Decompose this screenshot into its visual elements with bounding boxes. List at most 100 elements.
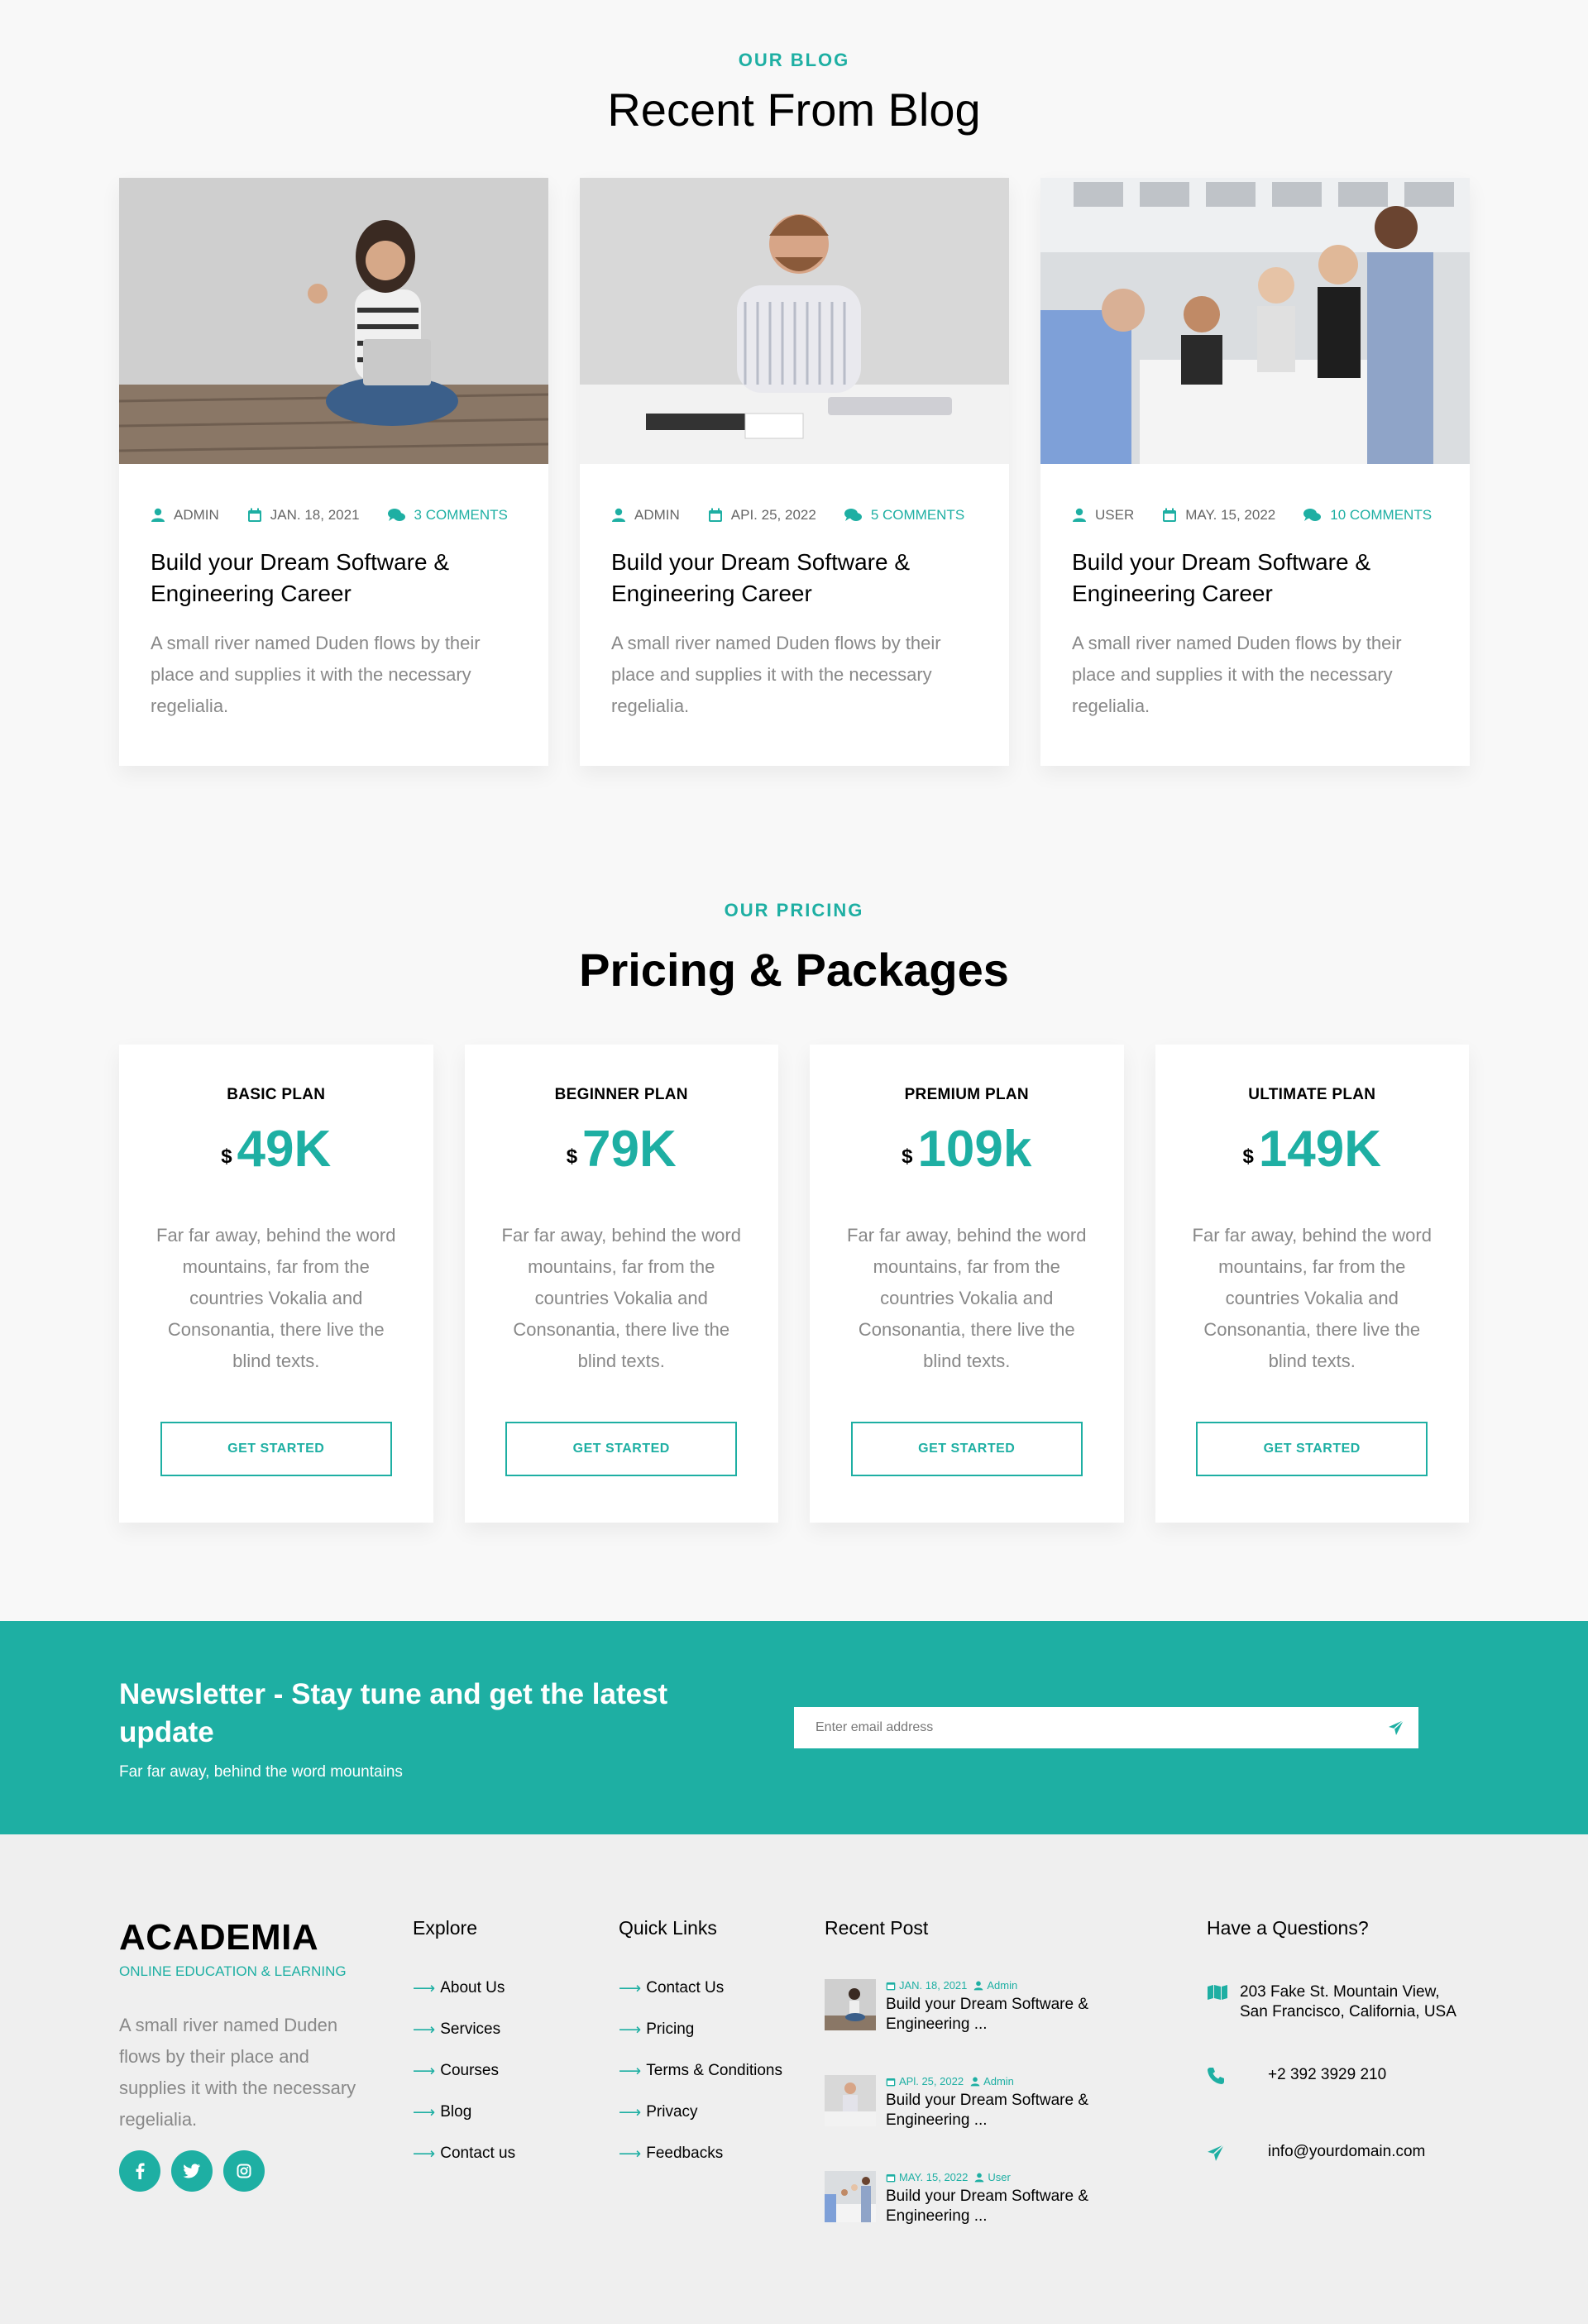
arrow-right-icon: ⟶ (413, 1980, 436, 1997)
blog-image-woman-laptop[interactable] (119, 178, 548, 464)
plan-price: 79K (582, 1121, 677, 1178)
arrow-right-icon: ⟶ (619, 2104, 642, 2121)
footer-link-contact-us[interactable]: ⟶ Contact Us (619, 1979, 782, 2020)
blog-card[interactable]: ADMIN JAN. 18, 2021 3 COMMENTS Build you… (119, 178, 548, 766)
link-label: Services (440, 2020, 501, 2038)
phone-icon (1208, 2068, 1224, 2084)
plan-description: Far far away, behind the word mountains,… (1192, 1225, 1432, 1371)
footer-link-pricing[interactable]: ⟶ Pricing (619, 2020, 782, 2062)
date-meta[interactable]: JAN. 18, 2021 (247, 507, 360, 524)
comments-icon (387, 509, 405, 521)
facebook-icon[interactable] (119, 2150, 160, 2192)
paper-plane-icon (1389, 1719, 1404, 1735)
blog-image-team-office[interactable] (1040, 178, 1470, 464)
pricing-eyebrow: OUR PRICING (724, 900, 864, 921)
comments-icon (844, 509, 862, 521)
post-title[interactable]: Build your Dream Software & Engineering … (886, 1995, 1155, 2035)
quick-links-heading: Quick Links (619, 1917, 717, 1939)
post-date: APl. 25, 2022 (899, 2075, 964, 2087)
arrow-right-icon: ⟶ (619, 2145, 642, 2163)
link-label: Pricing (646, 2020, 695, 2038)
link-label: Contact Us (646, 1979, 725, 1996)
recent-post-item[interactable]: APl. 25, 2022 Admin Build your Dream Sof… (825, 2075, 1155, 2171)
plan-description: Far far away, behind the word mountains,… (847, 1225, 1087, 1371)
phone-text: +2 392 3929 210 (1268, 2066, 1387, 2083)
get-started-button[interactable]: GET STARTED (850, 1422, 1083, 1476)
recent-posts-column: Recent Post JAN. 18, 2021 Admin Build yo… (825, 1917, 1155, 2267)
footer-link-terms[interactable]: ⟶ Terms & Conditions (619, 2062, 782, 2103)
contact-email[interactable]: info@yourdomain.com (1207, 2142, 1471, 2168)
blog-image-man-desk[interactable] (580, 178, 1009, 464)
post-meta: APl. 25, 2022 Admin (886, 2075, 1155, 2087)
footer-link-contact[interactable]: ⟶ Contact us (413, 2145, 515, 2186)
explore-column: Explore ⟶ About Us ⟶ Services ⟶ Courses ⟶ Bl… (413, 1917, 515, 2186)
contact-phone[interactable]: +2 392 3929 210 (1207, 2065, 1471, 2091)
recent-posts-heading: Recent Post (825, 1917, 929, 1939)
comments-icon (1303, 509, 1322, 521)
arrow-right-icon: ⟶ (619, 1980, 642, 1997)
price-row: $ 149K (1155, 1122, 1470, 1177)
map-icon (1208, 1985, 1227, 2000)
arrow-right-icon: ⟶ (413, 2063, 436, 2080)
blog-card[interactable]: USER MAY. 15, 2022 10 COMMENTS Build you… (1040, 178, 1470, 766)
calendar-icon (1163, 508, 1177, 522)
blog-meta: USER MAY. 15, 2022 10 COMMENTS (1072, 507, 1438, 524)
get-started-button[interactable]: GET STARTED (160, 1422, 392, 1476)
comments-meta[interactable]: 10 COMMENTS (1303, 507, 1432, 524)
twitter-icon[interactable] (171, 2150, 213, 2192)
footer-link-privacy[interactable]: ⟶ Privacy (619, 2103, 782, 2145)
author-label: ADMIN (634, 507, 680, 523)
link-label: Contact us (440, 2145, 516, 2162)
post-author: Admin (987, 1979, 1018, 1992)
address-text: 203 Fake St. Mountain View, San Francisc… (1240, 1983, 1456, 2020)
date-meta[interactable]: MAY. 15, 2022 (1162, 507, 1275, 524)
footer: ACADEMIA ONLINE EDUCATION & LEARNING A s… (0, 1834, 1588, 2324)
date-meta[interactable]: API. 25, 2022 (708, 507, 816, 524)
footer-logo[interactable]: ACADEMIA (119, 1917, 318, 1958)
plan-name: ULTIMATE PLAN (1248, 1086, 1376, 1103)
social-links (119, 2150, 265, 2192)
blog-post-title[interactable]: Build your Dream Software & Engineering … (151, 547, 517, 610)
newsletter-form (794, 1707, 1418, 1748)
blog-meta: ADMIN JAN. 18, 2021 3 COMMENTS (151, 507, 517, 524)
footer-link-feedbacks[interactable]: ⟶ Feedbacks (619, 2145, 782, 2186)
comments-label: 10 COMMENTS (1330, 507, 1433, 523)
post-title[interactable]: Build your Dream Software & Engineering … (886, 2187, 1155, 2226)
recent-post-item[interactable]: JAN. 18, 2021 Admin Build your Dream Sof… (825, 1979, 1155, 2075)
footer-link-about[interactable]: ⟶ About Us (413, 1979, 515, 2020)
price-card-beginner: BEGINNER PLAN $ 79K Far far away, behind… (464, 1045, 778, 1523)
author-meta[interactable]: ADMIN (151, 507, 219, 524)
post-date: JAN. 18, 2021 (899, 1979, 968, 1992)
footer-link-blog[interactable]: ⟶ Blog (413, 2103, 515, 2145)
price-row: $ 49K (119, 1122, 433, 1177)
link-label: Feedbacks (646, 2145, 724, 2162)
footer-link-services[interactable]: ⟶ Services (413, 2020, 515, 2062)
post-thumbnail[interactable] (825, 1979, 876, 2030)
comments-meta[interactable]: 5 COMMENTS (844, 507, 964, 524)
recent-post-item[interactable]: MAY. 15, 2022 User Build your Dream Soft… (825, 2171, 1155, 2267)
get-started-button[interactable]: GET STARTED (1196, 1422, 1428, 1476)
post-thumbnail[interactable] (825, 2171, 876, 2222)
post-title[interactable]: Build your Dream Software & Engineering … (886, 2091, 1155, 2130)
blog-post-title[interactable]: Build your Dream Software & Engineering … (611, 547, 978, 610)
post-thumbnail[interactable] (825, 2075, 876, 2126)
instagram-icon[interactable] (223, 2150, 265, 2192)
get-started-button[interactable]: GET STARTED (505, 1422, 738, 1476)
price-card-ultimate: ULTIMATE PLAN $ 149K Far far away, behin… (1155, 1045, 1470, 1523)
email-input[interactable] (794, 1707, 1374, 1748)
blog-card[interactable]: ADMIN API. 25, 2022 5 COMMENTS Build you… (580, 178, 1009, 766)
post-meta: MAY. 15, 2022 User (886, 2171, 1155, 2183)
subscribe-button[interactable] (1374, 1707, 1418, 1748)
blog-post-excerpt: A small river named Duden flows by their… (1072, 633, 1402, 716)
comments-meta[interactable]: 3 COMMENTS (387, 507, 508, 524)
user-icon (970, 2077, 980, 2086)
plan-price: 109k (917, 1121, 1032, 1178)
author-meta[interactable]: USER (1072, 507, 1134, 524)
blog-meta: ADMIN API. 25, 2022 5 COMMENTS (611, 507, 978, 524)
blog-post-title[interactable]: Build your Dream Software & Engineering … (1072, 547, 1438, 610)
pricing-title: Pricing & Packages (579, 944, 1009, 996)
date-label: JAN. 18, 2021 (270, 507, 360, 523)
author-meta[interactable]: ADMIN (611, 507, 680, 524)
footer-link-courses[interactable]: ⟶ Courses (413, 2062, 515, 2103)
blog-grid: ADMIN JAN. 18, 2021 3 COMMENTS Build you… (119, 178, 1470, 766)
